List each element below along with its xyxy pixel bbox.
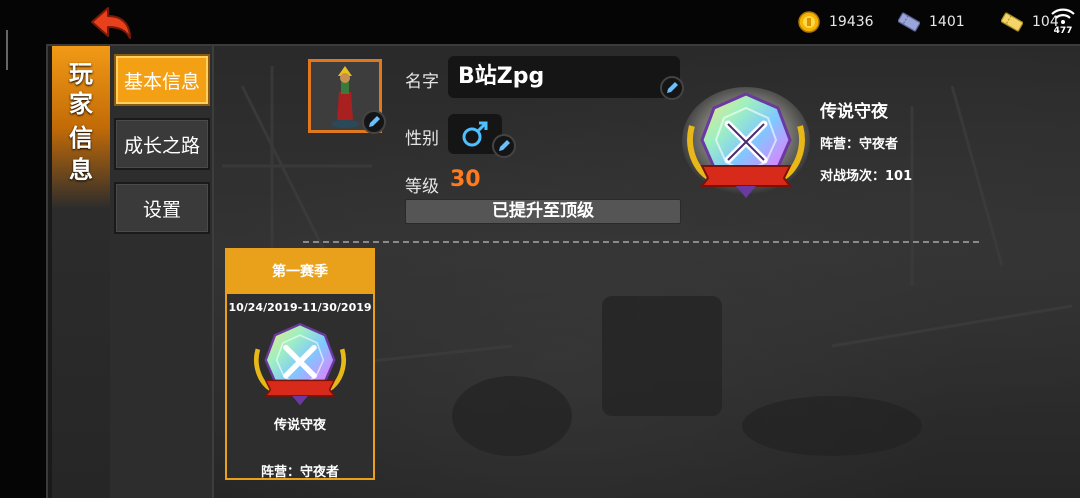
season-rank-badge <box>247 318 353 410</box>
name-label: 名字 <box>405 72 439 92</box>
season-header: 第一赛季 <box>227 250 373 294</box>
section-divider <box>303 241 979 243</box>
pencil-icon <box>369 116 380 127</box>
card-icon <box>1001 12 1023 32</box>
season-rank: 传说守夜 <box>273 418 326 433</box>
signal-value: 477 <box>1053 26 1073 36</box>
network-signal: 477 <box>1050 6 1076 40</box>
max-level-bar: 已提升至顶级 <box>405 199 681 224</box>
player-info-title-tab: 玩 家 信 息 <box>52 46 110 498</box>
gold-coin-value: 19436 <box>829 14 874 30</box>
rank-camp: 阵营：守夜者 <box>820 137 899 152</box>
back-button[interactable] <box>88 4 136 44</box>
wifi-signal-icon <box>1051 8 1075 24</box>
rank-title: 传说守夜 <box>820 102 888 122</box>
main-panel: 玩 家 信 息 基本信息 成长之路 设置 <box>46 44 1080 498</box>
gold-coin-icon <box>798 11 820 33</box>
avatar-edit-button[interactable] <box>362 110 386 134</box>
gold-coin-counter: 19436 <box>798 10 874 34</box>
edge-tick <box>6 30 8 70</box>
legend-nightwatch-badge-icon <box>682 87 810 198</box>
pencil-icon <box>499 140 510 151</box>
pencil-icon <box>667 82 678 93</box>
ticket-value: 1401 <box>929 14 965 30</box>
title-char: 息 <box>69 156 93 184</box>
rank-battle-count: 对战场次：101 <box>820 169 913 184</box>
title-char: 家 <box>69 90 93 118</box>
rank-badge <box>680 86 812 204</box>
legend-nightwatch-badge-icon <box>254 322 346 406</box>
season-dates: 10/24/2019-11/30/2019 <box>228 301 372 314</box>
top-bar: 19436 1401 104 477 <box>46 0 1080 44</box>
menu-basic-info-button[interactable]: 基本信息 <box>114 54 210 106</box>
side-menu: 基本信息 成长之路 设置 <box>110 46 214 498</box>
season-camp: 阵营：守夜者 <box>260 465 339 480</box>
title-char: 信 <box>69 124 93 152</box>
menu-settings-button[interactable]: 设置 <box>114 182 210 234</box>
level-label: 等级 <box>405 177 439 197</box>
menu-growth-path-button[interactable]: 成长之路 <box>114 118 210 170</box>
ticket-counter: 1401 <box>898 10 965 34</box>
left-edge <box>0 0 46 498</box>
ticket-icon <box>898 12 920 32</box>
season-card[interactable]: 第一赛季 10/24/2019-11/30/2019 传说守夜 阵营：守夜者 <box>225 248 375 480</box>
gender-label: 性别 <box>405 129 439 149</box>
back-arrow-icon <box>91 7 131 39</box>
gender-edit-button[interactable] <box>492 134 516 158</box>
name-field[interactable]: B站Zpg <box>448 56 680 98</box>
level-value: 30 <box>450 167 481 192</box>
